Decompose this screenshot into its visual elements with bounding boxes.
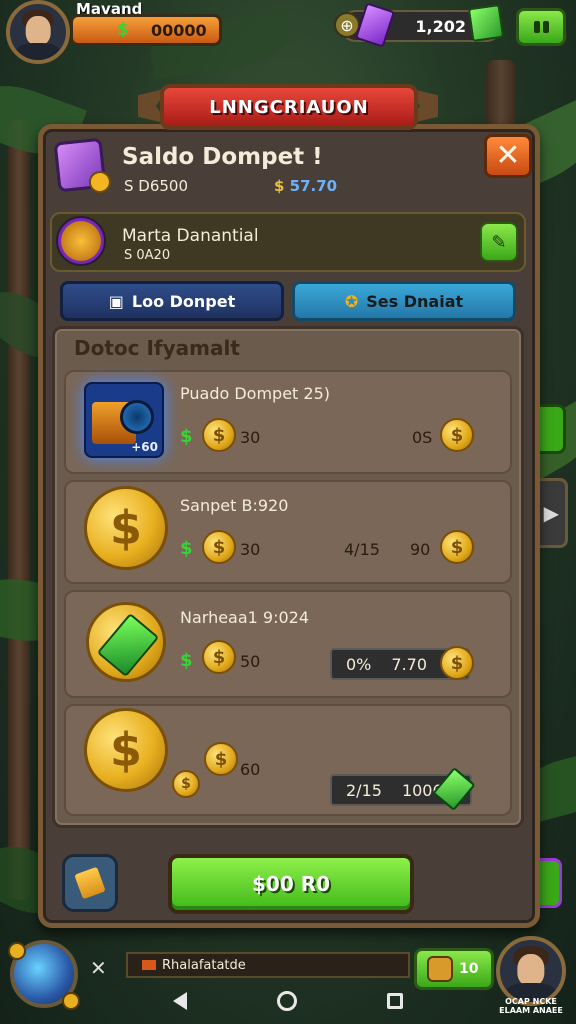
coin-icon: $ (440, 646, 474, 680)
edit-icon: ✎ (491, 231, 507, 253)
recents-icon[interactable] (387, 993, 403, 1009)
gem-coin-icon (86, 602, 166, 682)
tool-button[interactable] (62, 854, 118, 912)
system-nav-bar (0, 978, 576, 1024)
dollar-symbol: $ (180, 426, 193, 447)
gold-coin-icon: $ (84, 486, 168, 570)
offer-right-label: 90 (410, 540, 431, 559)
wallet-icon: ▣ (108, 291, 124, 311)
green-gem-icon (467, 3, 505, 43)
money-symbol: $ (117, 20, 129, 40)
wallet-balance: S D6500 (124, 177, 189, 195)
coin-icon: $ (204, 742, 238, 776)
money-bar: $ 00000 (70, 14, 222, 46)
coin-icon: $ (440, 530, 474, 564)
gold-tag-icon (74, 866, 106, 900)
chest-badge: +60 (131, 440, 158, 454)
coin-icon: $ (172, 770, 200, 798)
sub-wallet-title: Marta Danantial (122, 226, 259, 246)
gold-bar-icon (56, 216, 106, 266)
wallet-balance-symbol: $ (274, 177, 285, 195)
tab-coins-label: Ses Dnaiat (366, 291, 464, 311)
dialog-title: LNNGCRIAUON (160, 84, 418, 130)
coin-icon: $ (440, 418, 474, 452)
coin-icon: $ (202, 418, 236, 452)
wallet-gem-icon (53, 137, 107, 193)
money-value: 00000 (151, 20, 207, 40)
sub-wallet-value: S 0A20 (124, 248, 171, 263)
home-icon[interactable] (277, 991, 297, 1011)
edit-button[interactable]: ✎ (480, 222, 518, 262)
gold-coin-icon: $ (84, 708, 168, 792)
gem-value: 1,202 (415, 16, 466, 36)
offer-amount: 30 (240, 428, 261, 447)
dollar-symbol: $ (180, 538, 193, 559)
menu-button[interactable] (516, 8, 566, 46)
offer-amount: 60 (240, 760, 261, 779)
offer-pill-left: 0% (346, 654, 372, 674)
coin-stack-icon: ✪ (344, 291, 359, 311)
offer-mid-label: 4/15 (344, 540, 380, 559)
close-button[interactable]: ✕ (484, 134, 532, 178)
wallet-title: Saldo Dompet ! (122, 144, 323, 170)
wrench-icon[interactable]: ✕ (90, 956, 107, 980)
wallet-balance-amount: 57.70 (289, 177, 338, 195)
close-icon: ✕ (495, 138, 521, 173)
offer-amount: 50 (240, 652, 261, 671)
offer-amount: 30 (240, 540, 261, 559)
wallet-balance-usd: $ 57.70 (274, 177, 337, 195)
offer-right-label: 0S (412, 428, 433, 447)
tab-coins[interactable]: ✪ Ses Dnaiat (292, 281, 516, 321)
status-strip: Rhalafatatde (126, 952, 410, 978)
orb-badge-icon (8, 942, 26, 960)
status-text: Rhalafatatde (162, 957, 246, 973)
tab-wallet[interactable]: ▣ Loo Donpet (60, 281, 284, 321)
back-icon[interactable] (173, 992, 187, 1010)
player-avatar[interactable] (6, 0, 70, 64)
tab-wallet-label: Loo Donpet (131, 291, 236, 311)
offer-pill-right: 7.70 (391, 654, 428, 674)
buy-button[interactable]: $00 R0 (168, 854, 414, 914)
offer-title: Narheaa1 9:024 (180, 608, 310, 627)
offer-title: Puado Dompet 25) (180, 384, 330, 403)
dollar-symbol: $ (180, 650, 193, 671)
offer-list-header: Dotoc Ifyamalt (74, 336, 240, 360)
offer-title: Sanpet B:920 (180, 496, 289, 515)
bottom-action-value: 10 (459, 961, 479, 977)
coin-icon: $ (202, 530, 236, 564)
treasure-chest-icon: +60 (84, 382, 164, 458)
flag-icon (142, 960, 156, 970)
offer-pill-left: 2/15 (346, 780, 382, 800)
coin-icon: $ (202, 640, 236, 674)
